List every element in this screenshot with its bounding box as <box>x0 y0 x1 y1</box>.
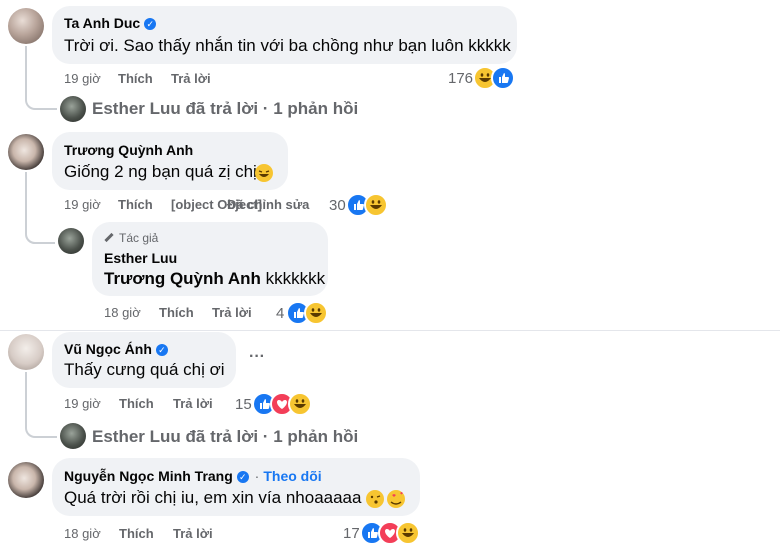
like-button[interactable]: Thích <box>118 197 153 212</box>
reply-button[interactable]: Trả lời <box>212 305 252 320</box>
avatar[interactable] <box>60 423 86 449</box>
kissing-emoji-icon <box>366 490 384 508</box>
like-button[interactable]: Thích <box>119 396 154 411</box>
comment-bubble: Vũ Ngọc Ánh ✓ Thấy cưng quá chị ơi <box>52 332 236 388</box>
verified-badge-icon: ✓ <box>144 18 157 30</box>
laughing-emoji-icon <box>255 164 273 182</box>
reaction-count[interactable]: 4 <box>276 305 284 322</box>
reaction-count[interactable]: 17 <box>343 525 360 542</box>
like-button[interactable]: Thích <box>159 305 194 320</box>
thread-connector <box>25 172 55 244</box>
reply-author[interactable]: Esther Luu <box>104 250 177 266</box>
comment-author[interactable]: Ta Anh Duc ✓ <box>64 15 157 31</box>
reply-time[interactable]: 18 giờ <box>104 305 141 320</box>
like-reaction-icon <box>491 66 515 90</box>
comment-divider <box>0 330 780 331</box>
reply-button[interactable]: Trả lời <box>173 526 213 541</box>
comment-text: Quá trời rồi chị iu, em xin vía nhoaaaaa <box>64 488 362 507</box>
reply-button[interactable]: Trả lời <box>173 396 213 411</box>
avatar[interactable] <box>8 134 44 170</box>
comment-text: Thấy cưng quá chị ơi <box>64 360 225 379</box>
author-badge: Tác giả <box>104 231 158 245</box>
comment-author[interactable]: Nguyễn Ngọc Minh Trang ✓ · Theo dõi <box>64 468 322 484</box>
thread-connector <box>25 372 57 438</box>
comment-author[interactable]: Vũ Ngọc Ánh ✓ <box>64 341 168 357</box>
reply-text: Trương Quỳnh Anh kkkkkkk <box>104 269 326 288</box>
haha-reaction-icon <box>396 521 420 545</box>
comment-bubble: Trương Quỳnh Anh Giống 2 ng bạn quá zị c… <box>52 132 288 190</box>
comment-time[interactable]: 18 giờ <box>64 526 101 541</box>
follow-button[interactable]: Theo dõi <box>263 468 321 484</box>
comment-time[interactable]: 19 giờ <box>64 396 101 411</box>
reply-button[interactable]: Trả lời <box>171 71 211 86</box>
view-replies-link[interactable]: Esther Luu đã trả lời · 1 phản hồi <box>92 427 358 447</box>
comment-text: Giống 2 ng bạn quá zị chị <box>64 162 257 181</box>
haha-reaction-icon <box>288 392 312 416</box>
comment-time[interactable]: 19 giờ <box>64 71 101 86</box>
comment-bubble: Ta Anh Duc ✓ Trời ơi. Sao thấy nhắn tin v… <box>52 6 517 64</box>
avatar[interactable] <box>8 8 44 44</box>
haha-reaction-icon <box>304 301 328 325</box>
like-button[interactable]: Thích <box>118 71 153 86</box>
verified-badge-icon: ✓ <box>236 471 249 483</box>
like-button[interactable]: Thích <box>119 526 154 541</box>
thread-connector <box>25 46 57 110</box>
edited-label: Đã chỉnh sửa <box>227 197 310 212</box>
mention-link[interactable]: Trương Quỳnh Anh <box>104 269 261 288</box>
pencil-icon <box>104 232 114 243</box>
reply-bubble: Tác giả Esther Luu Trương Quỳnh Anh kkkk… <box>92 222 328 296</box>
verified-badge-icon: ✓ <box>155 344 168 356</box>
haha-reaction-icon <box>364 193 388 217</box>
reaction-count[interactable]: 176 <box>448 70 473 87</box>
view-replies-link[interactable]: Esther Luu đã trả lời · 1 phản hồi <box>92 99 358 119</box>
more-options-button[interactable]: ··· <box>249 348 265 366</box>
avatar[interactable] <box>8 462 44 498</box>
reaction-count[interactable]: 30 <box>329 197 346 214</box>
hearts-face-emoji-icon <box>387 490 405 508</box>
reaction-count[interactable]: 15 <box>235 396 252 413</box>
comment-author[interactable]: Trương Quỳnh Anh <box>64 142 193 158</box>
comment-text: Trời ơi. Sao thấy nhắn tin với ba chồng … <box>64 36 511 55</box>
avatar[interactable] <box>8 334 44 370</box>
comment-bubble: Nguyễn Ngọc Minh Trang ✓ · Theo dõi Quá tr… <box>52 458 420 516</box>
avatar[interactable] <box>60 96 86 122</box>
comment-time[interactable]: 19 giờ <box>64 197 101 212</box>
avatar[interactable] <box>58 228 84 254</box>
